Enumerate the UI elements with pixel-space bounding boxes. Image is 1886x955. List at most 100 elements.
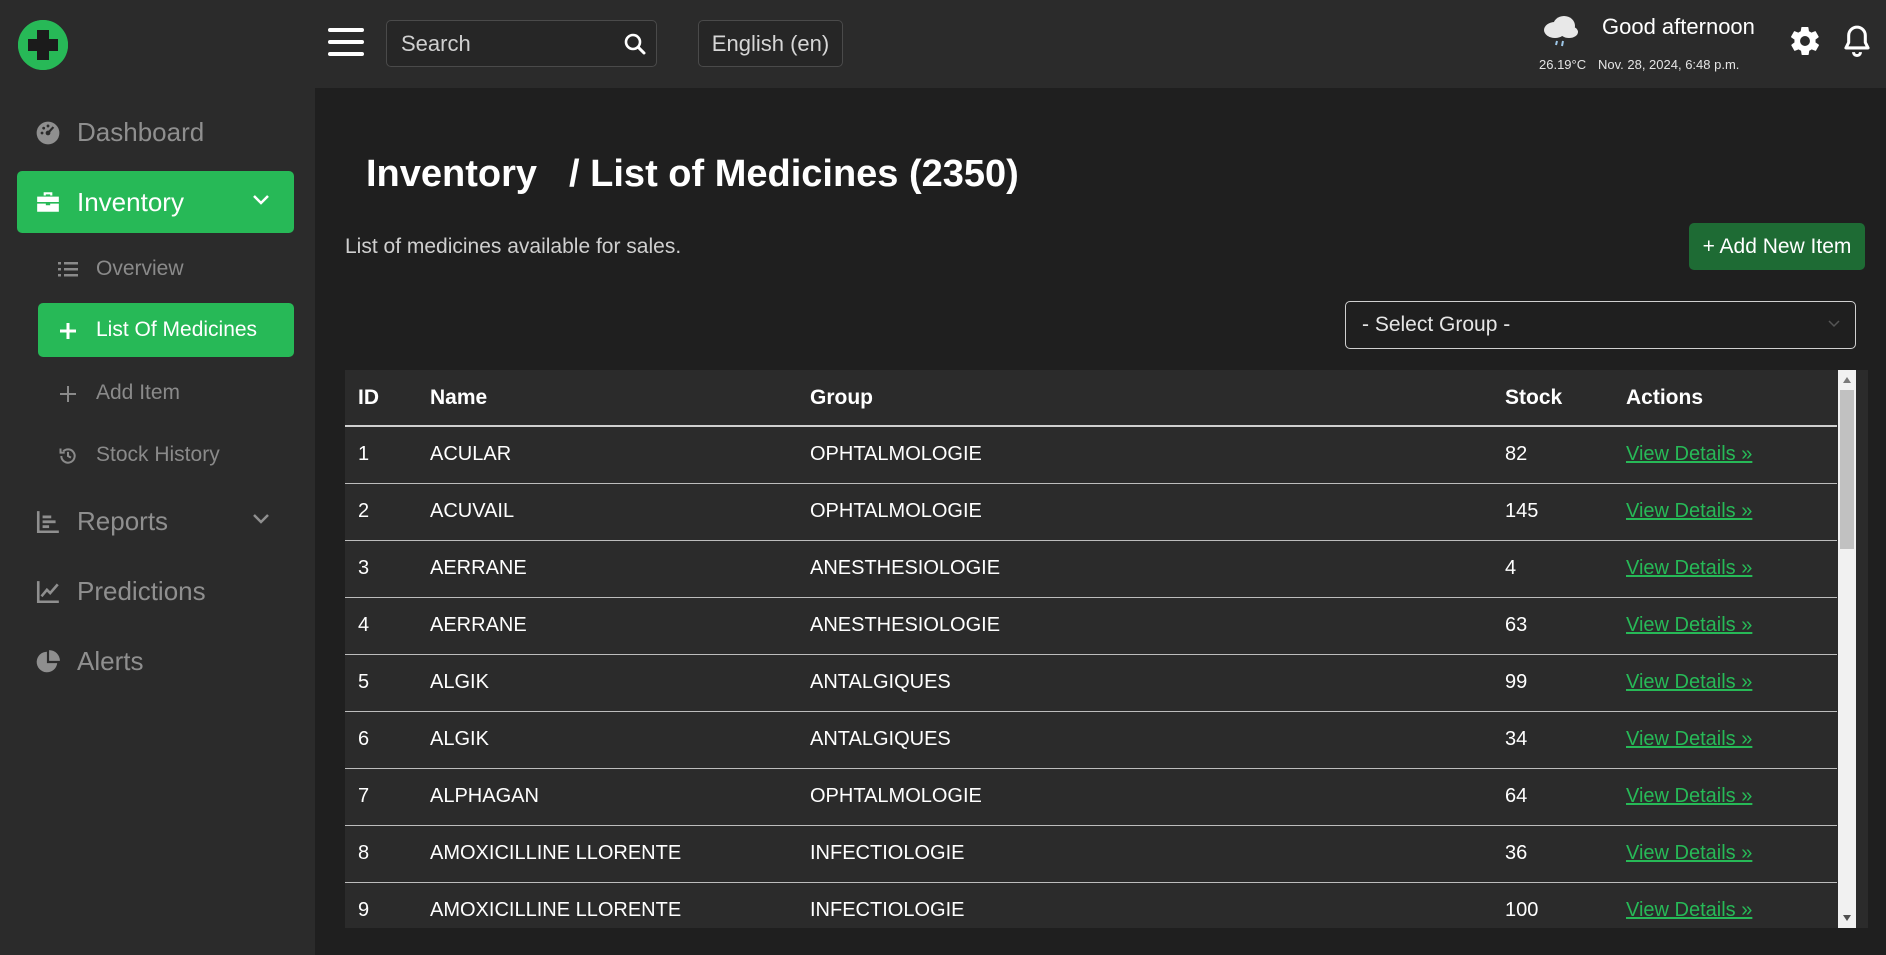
cell-id: 9 [345,882,430,928]
sidebar-sub-list-of-medicines[interactable]: List Of Medicines [38,303,294,357]
sidebar-sub-label: Add Item [96,381,181,404]
cell-id: 8 [345,825,430,883]
scroll-up-arrow-icon[interactable] [1842,376,1852,384]
table-row: 4 AERRANE ANESTHESIOLOGIE 63 View Detail… [345,597,1837,655]
add-new-item-button[interactable]: + Add New Item [1689,223,1865,270]
sidebar-item-inventory[interactable]: Inventory [17,171,294,233]
sidebar-item-reports[interactable]: Reports [17,490,294,552]
gauge-icon [36,121,60,145]
cell-stock: 100 [1505,882,1626,928]
view-details-link[interactable]: View Details » [1626,785,1752,807]
view-details-link[interactable]: View Details » [1626,500,1752,522]
table-scrollbar[interactable] [1838,370,1856,928]
sidebar-item-alerts[interactable]: Alerts [17,630,294,692]
table-row: 8 AMOXICILLINE LLORENTE INFECTIOLOGIE 36… [345,825,1837,883]
language-select[interactable]: English (en) [698,20,843,67]
column-header-name[interactable]: Name [430,370,810,427]
cell-name: ALGIK [430,654,810,712]
cell-name: ALPHAGAN [430,768,810,826]
column-header-group[interactable]: Group [810,370,1505,427]
greeting: Good afternoon [1602,14,1755,39]
cell-id: 1 [345,426,430,484]
medicines-table: ID Name Group Stock Actions 1 ACULAR OPH… [345,370,1837,928]
view-details-link[interactable]: View Details » [1626,614,1752,636]
cell-stock: 145 [1505,483,1626,541]
sidebar-item-dashboard[interactable]: Dashboard [17,101,294,163]
bar-chart-icon [36,511,59,534]
view-details-link[interactable]: View Details » [1626,557,1752,579]
cell-name: AMOXICILLINE LLORENTE [430,825,810,883]
cell-stock: 4 [1505,540,1626,598]
view-details-link[interactable]: View Details » [1626,443,1752,465]
cell-id: 7 [345,768,430,826]
table-row: 5 ALGIK ANTALGIQUES 99 View Details » [345,654,1837,712]
hamburger-icon[interactable] [328,26,366,58]
sidebar-sub-stock-history[interactable]: Stock History [38,428,294,482]
sidebar-sub-add-item[interactable]: Add Item [38,366,294,420]
view-details-link[interactable]: View Details » [1626,728,1752,750]
top-bar: English (en) 26.19°C Good afternoon Nov.… [0,0,1886,88]
sidebar: Dashboard Inventory Overview List Of Med… [0,88,315,955]
table-row: 9 AMOXICILLINE LLORENTE INFECTIOLOGIE 10… [345,882,1837,928]
table-row: 6 ALGIK ANTALGIQUES 34 View Details » [345,711,1837,769]
sidebar-sub-label: List Of Medicines [96,318,258,341]
cell-stock: 99 [1505,654,1626,712]
cell-name: ACUVAIL [430,483,810,541]
cell-actions: View Details » [1626,711,1837,769]
chevron-down-icon [253,195,269,205]
view-details-link[interactable]: View Details » [1626,671,1752,693]
cell-group: OPHTALMOLOGIE [810,768,1505,826]
search-input[interactable] [401,21,611,66]
cell-group: ANESTHESIOLOGIE [810,597,1505,655]
table-header-row: ID Name Group Stock Actions [345,370,1837,427]
column-header-id[interactable]: ID [345,370,430,427]
table-row: 3 AERRANE ANESTHESIOLOGIE 4 View Details… [345,540,1837,598]
temperature: 26.19°C [1539,57,1587,72]
cell-stock: 82 [1505,426,1626,484]
column-header-stock[interactable]: Stock [1505,370,1626,427]
sidebar-sub-overview[interactable]: Overview [38,242,294,296]
view-details-link[interactable]: View Details » [1626,899,1752,921]
cell-group: ANTALGIQUES [810,711,1505,769]
history-icon [59,448,76,464]
cell-group: INFECTIOLOGIE [810,882,1505,928]
group-select-value: - Select Group - [1362,313,1511,336]
briefcase-icon [37,192,59,212]
cell-id: 3 [345,540,430,598]
cell-group: ANESTHESIOLOGIE [810,540,1505,598]
sidebar-item-label: Inventory [77,187,184,217]
sidebar-item-predictions[interactable]: Predictions [17,560,294,622]
cell-name: AERRANE [430,597,810,655]
group-select[interactable]: - Select Group - [1345,301,1856,349]
cell-stock: 36 [1505,825,1626,883]
medicines-table-container: ID Name Group Stock Actions 1 ACULAR OPH… [345,370,1868,928]
breadcrumb-inventory[interactable]: Inventory [366,153,537,195]
cell-name: ACULAR [430,426,810,484]
scroll-down-arrow-icon[interactable] [1842,914,1852,922]
cell-id: 6 [345,711,430,769]
sidebar-sub-label: Stock History [96,443,220,466]
cell-actions: View Details » [1626,597,1837,655]
bell-icon[interactable] [1840,23,1874,59]
main-content: Inventory / List of Medicines (2350) List… [315,88,1886,955]
cell-group: INFECTIOLOGIE [810,825,1505,883]
table-row: 1 ACULAR OPHTALMOLOGIE 82 View Details » [345,426,1837,484]
sidebar-item-label: Dashboard [77,117,205,147]
cell-stock: 64 [1505,768,1626,826]
gear-icon[interactable] [1788,24,1822,58]
cloud-rain-icon [1544,16,1578,47]
pharmacy-cross-logo[interactable] [18,20,68,70]
cell-name: AERRANE [430,540,810,598]
scrollbar-thumb[interactable] [1840,390,1854,549]
search-icon[interactable] [623,32,647,56]
sidebar-item-label: Alerts [77,646,144,676]
cell-name: AMOXICILLINE LLORENTE [430,882,810,928]
cell-actions: View Details » [1626,540,1837,598]
table-row: 2 ACUVAIL OPHTALMOLOGIE 145 View Details… [345,483,1837,541]
cell-actions: View Details » [1626,825,1837,883]
breadcrumb-current: / List of Medicines (2350) [569,153,1019,195]
sidebar-item-label: Predictions [77,576,206,606]
view-details-link[interactable]: View Details » [1626,842,1752,864]
pie-chart-icon [36,650,60,673]
chevron-down-icon [253,514,269,524]
